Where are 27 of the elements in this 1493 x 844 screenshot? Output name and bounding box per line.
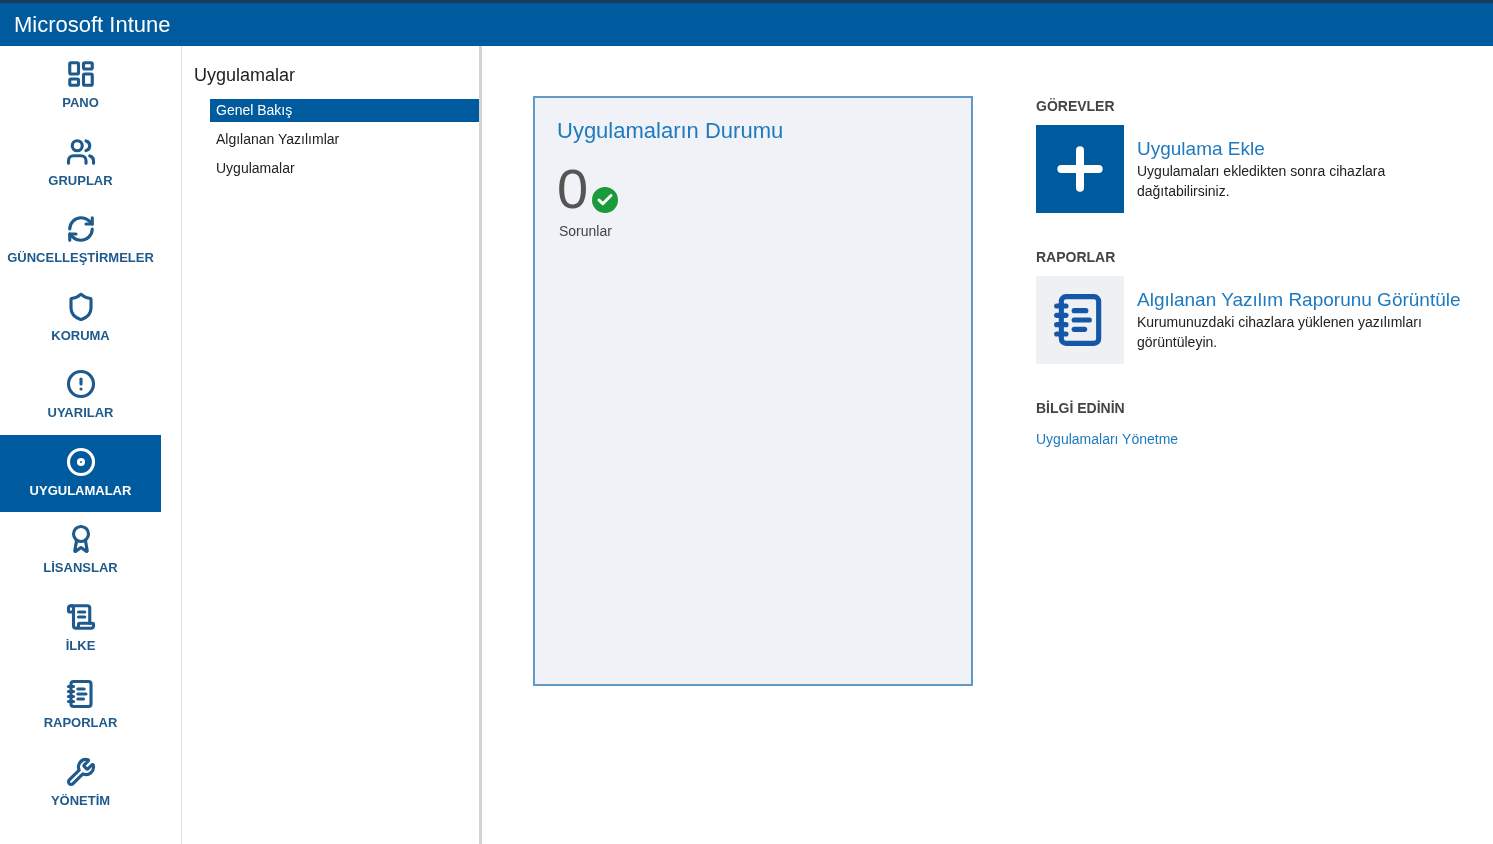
- dashboard-icon: [65, 59, 96, 89]
- refresh-icon: [65, 214, 96, 244]
- card-title: Uygulamaların Durumu: [557, 117, 785, 145]
- issue-caption: Sorunlar: [559, 222, 613, 241]
- add-tile[interactable]: [1036, 125, 1124, 213]
- nav-item[interactable]: UYGULAMALAR: [0, 434, 161, 512]
- wrench-icon: [65, 756, 96, 787]
- notebook-icon: [65, 679, 96, 709]
- section-title: Uygulamalar: [194, 64, 297, 87]
- scroll-icon: [65, 601, 96, 632]
- issue-count: 0: [557, 163, 589, 215]
- subnav-item[interactable]: Algılanan Yazılımlar: [210, 128, 479, 151]
- subnav-item[interactable]: Uygulamalar: [210, 157, 479, 180]
- task-link[interactable]: Uygulama Ekle: [1137, 137, 1457, 161]
- alert-icon: [65, 369, 96, 399]
- task-description: Kurumunuzdaki cihazlara yüklenen yazılımları görüntüleyin.: [1137, 313, 1423, 352]
- section-heading: RAPORLAR: [1036, 248, 1117, 267]
- section-heading: BİLGİ EDİNİN: [1036, 399, 1126, 418]
- report-tile[interactable]: [1036, 276, 1124, 364]
- task-description: Uygulamaları ekledikten sonra cihazlara dağıtabilirsiniz.: [1137, 162, 1387, 201]
- disc-icon: [65, 446, 96, 477]
- help-link[interactable]: Uygulamaları Yönetme: [1036, 431, 1179, 447]
- subnav-item[interactable]: Genel Bakış: [210, 99, 479, 122]
- app-title: Microsoft Intune: [14, 11, 171, 39]
- task-link[interactable]: Algılanan Yazılım Raporunu Görüntüle: [1137, 288, 1461, 312]
- people-icon: [65, 136, 96, 167]
- section-heading: GÖREVLER: [1036, 97, 1116, 116]
